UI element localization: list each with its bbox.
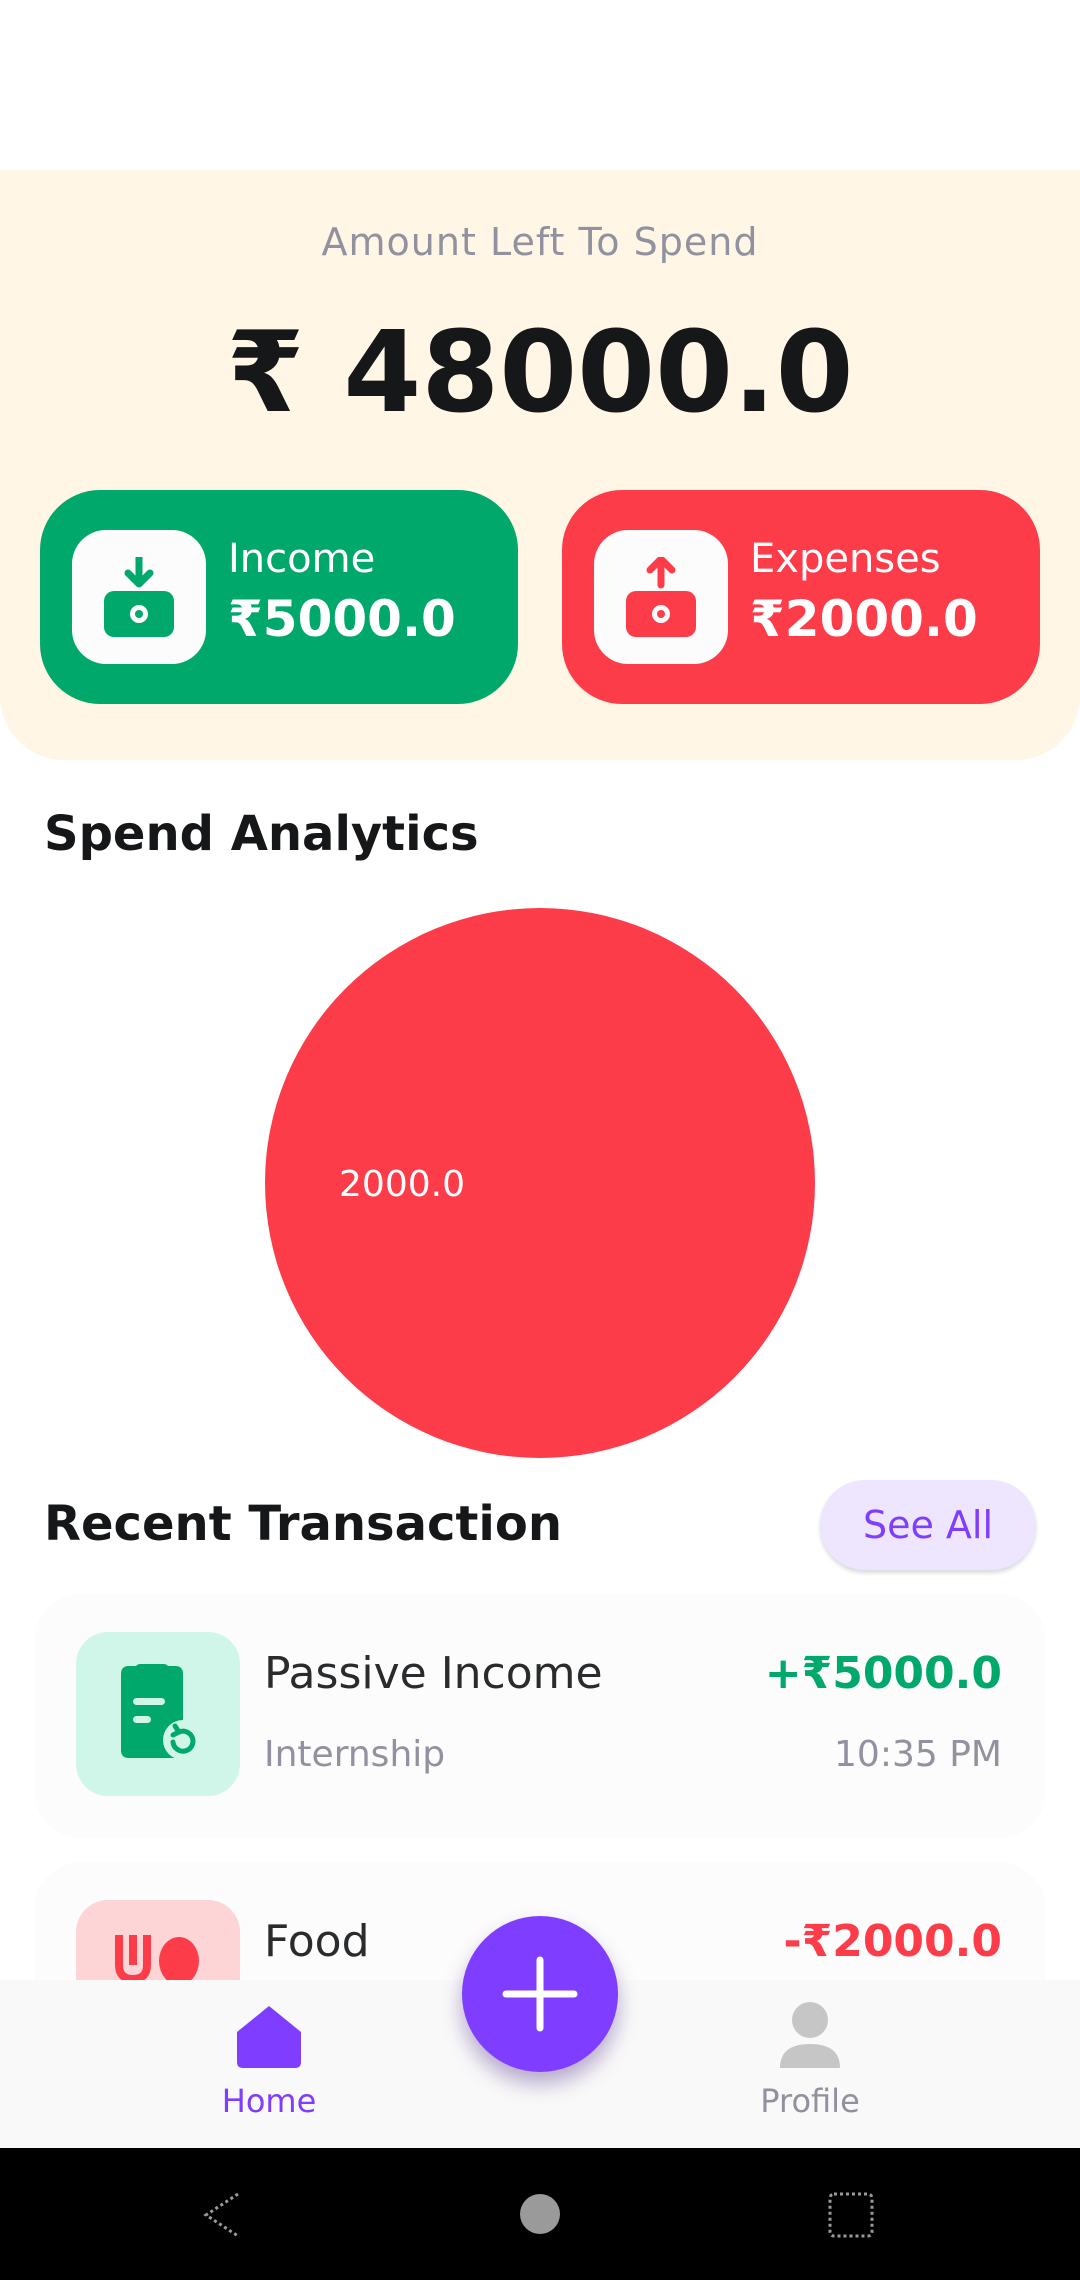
add-transaction-button[interactable]: [462, 1916, 618, 2072]
nav-profile-label: Profile: [760, 2082, 860, 2120]
transaction-time: 10:35 PM: [834, 1734, 1002, 1775]
balance-summary: Amount Left To Spend ₹ 48000.0 Income ₹5…: [0, 170, 1080, 760]
income-card[interactable]: Income ₹5000.0: [40, 490, 518, 704]
income-title: Income: [228, 536, 376, 582]
status-bar-area: [0, 0, 1080, 170]
home-circle-icon[interactable]: [514, 2188, 566, 2240]
nav-home[interactable]: Home: [149, 2000, 389, 2140]
spend-analytics-title: Spend Analytics: [44, 806, 479, 862]
expenses-value: ₹2000.0: [750, 590, 978, 648]
nav-home-label: Home: [221, 2082, 317, 2120]
plus-icon: [502, 1956, 578, 2032]
transaction-amount: +₹5000.0: [764, 1648, 1002, 1699]
balance-amount: ₹ 48000.0: [226, 308, 854, 438]
spend-analytics-chart: 2000.0: [0, 900, 1080, 1460]
restaurant-icon: [76, 1900, 240, 1980]
transaction-subtitle: Internship: [264, 1734, 446, 1775]
back-icon[interactable]: [196, 2188, 250, 2242]
income-icon: [72, 530, 206, 664]
expenses-card[interactable]: Expenses ₹2000.0: [562, 490, 1040, 704]
transaction-title: Passive Income: [264, 1648, 603, 1699]
pie-slice-label: 2000.0: [339, 1164, 465, 1205]
system-navigation-bar: [0, 2148, 1080, 2280]
nav-profile[interactable]: Profile: [690, 2000, 930, 2140]
recents-icon[interactable]: [824, 2188, 878, 2242]
expenses-title: Expenses: [750, 536, 941, 582]
expense-icon: [594, 530, 728, 664]
transaction-amount: -₹2000.0: [783, 1916, 1002, 1967]
transaction-row[interactable]: Passive Income Internship +₹5000.0 10:35…: [34, 1594, 1046, 1838]
income-value: ₹5000.0: [228, 590, 456, 648]
pie-chart-svg: 2000.0: [265, 908, 815, 1458]
home-icon: [237, 2006, 301, 2068]
profile-icon: [780, 2002, 840, 2068]
see-all-button[interactable]: See All: [820, 1480, 1036, 1570]
recent-transaction-title: Recent Transaction: [44, 1496, 563, 1552]
amount-left-label: Amount Left To Spend: [321, 220, 759, 264]
transaction-title: Food: [264, 1916, 370, 1967]
bill-refresh-icon: [76, 1632, 240, 1796]
